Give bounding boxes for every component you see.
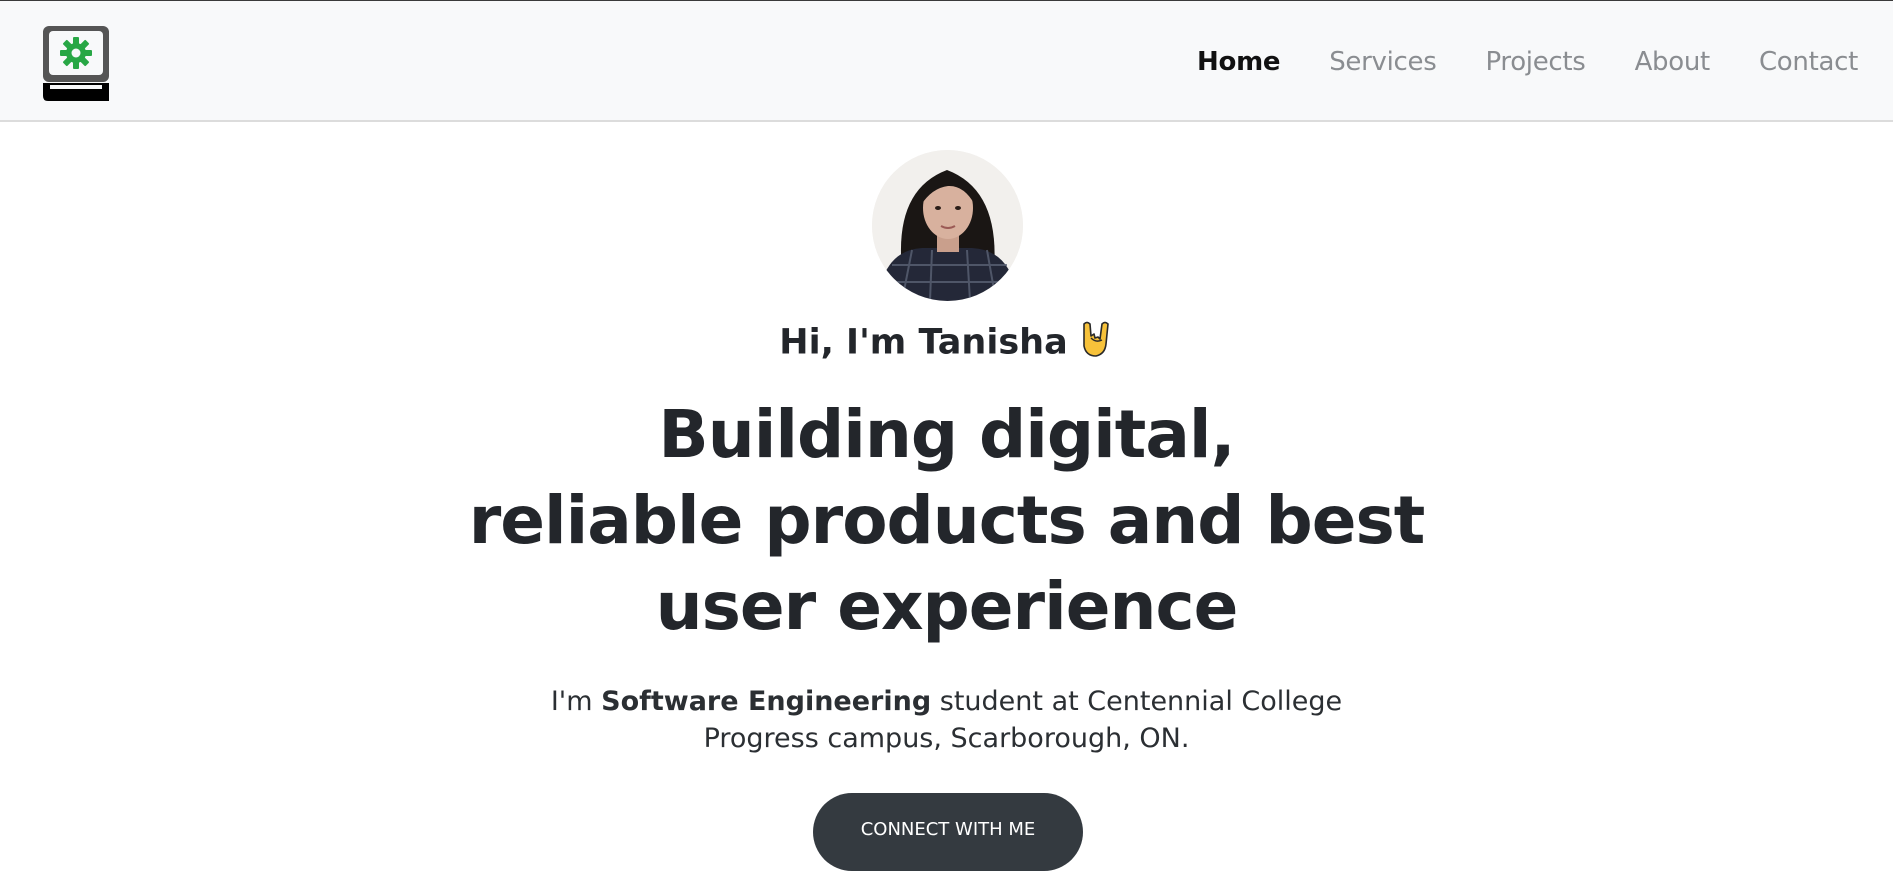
bio: I'm Software Engineering student at Cent… xyxy=(0,683,1893,757)
nav-home[interactable]: Home xyxy=(1197,47,1280,77)
bio-line2: Progress campus, Scarborough, ON. xyxy=(703,723,1190,754)
headline: Building digital, reliable products and … xyxy=(0,392,1893,650)
nav-contact[interactable]: Contact xyxy=(1759,47,1858,77)
nav-projects[interactable]: Projects xyxy=(1485,47,1585,77)
avatar xyxy=(872,150,1023,301)
laptop-gear-icon[interactable] xyxy=(40,23,112,101)
greeting: Hi, I'm Tanisha xyxy=(0,320,1893,367)
bio-highlight: Software Engineering xyxy=(601,686,932,717)
greeting-text: Hi, I'm Tanisha xyxy=(779,322,1068,363)
headline-line-1: Building digital, xyxy=(658,396,1235,473)
bio-prefix: I'm xyxy=(550,686,602,717)
headline-line-2: reliable products and best xyxy=(468,482,1426,559)
main-nav: Home Services Projects About Contact xyxy=(1197,1,1858,122)
connect-button[interactable]: CONNECT WITH ME xyxy=(813,793,1083,871)
navbar: Home Services Projects About Contact xyxy=(0,1,1893,122)
headline-line-3: user experience xyxy=(655,568,1239,645)
nav-services[interactable]: Services xyxy=(1329,47,1437,77)
rock-on-hand-icon xyxy=(1078,320,1114,367)
bio-line1-suffix: student at Centennial College xyxy=(931,686,1343,717)
nav-about[interactable]: About xyxy=(1635,47,1711,77)
